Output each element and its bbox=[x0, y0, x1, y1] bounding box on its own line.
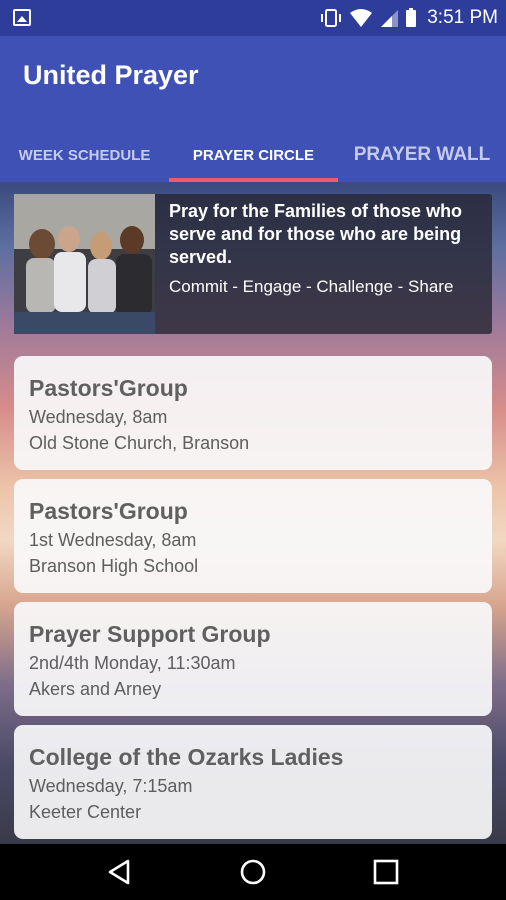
content-area[interactable]: Pray for the Families of those who serve… bbox=[0, 182, 506, 844]
prayer-group-card[interactable]: Pastors'Group Wednesday, 8am Old Stone C… bbox=[14, 356, 492, 470]
home-icon[interactable] bbox=[237, 856, 269, 888]
tab-prayer-circle[interactable]: PRAYER CIRCLE bbox=[169, 128, 338, 182]
prayer-group-card[interactable]: Prayer Support Group 2nd/4th Monday, 11:… bbox=[14, 602, 492, 716]
group-schedule: 2nd/4th Monday, 11:30am bbox=[29, 653, 236, 673]
system-nav-bar bbox=[0, 844, 506, 900]
signal-icon bbox=[381, 10, 399, 27]
tab-bar: WEEK SCHEDULE PRAYER CIRCLE PRAYER WALL bbox=[0, 128, 506, 182]
vibrate-icon bbox=[321, 9, 342, 27]
back-icon[interactable] bbox=[104, 856, 136, 888]
group-name: Prayer Support Group bbox=[29, 621, 271, 647]
tab-week-schedule[interactable]: WEEK SCHEDULE bbox=[0, 128, 169, 182]
group-name: College of the Ozarks Ladies bbox=[29, 744, 344, 770]
status-icons: 3:51 PM bbox=[319, 0, 498, 36]
group-location: Branson High School bbox=[29, 556, 199, 576]
tab-prayer-wall[interactable]: PRAYER WALL bbox=[338, 128, 506, 182]
battery-icon bbox=[406, 8, 417, 27]
group-schedule: Wednesday, 8am bbox=[29, 407, 168, 427]
status-bar: 3:51 PM bbox=[0, 0, 506, 36]
wifi-icon bbox=[350, 9, 373, 27]
app-bar: United Prayer WEEK SCHEDULE PRAYER CIRCL… bbox=[0, 36, 506, 182]
banner-text: Pray for the Families of those who serve… bbox=[169, 200, 481, 297]
group-location: Old Stone Church, Branson bbox=[29, 433, 250, 453]
group-schedule: Wednesday, 7:15am bbox=[29, 776, 193, 796]
group-schedule: 1st Wednesday, 8am bbox=[29, 530, 197, 550]
image-notification-icon bbox=[13, 9, 31, 26]
group-prayer-photo bbox=[14, 194, 155, 334]
prayer-group-card[interactable]: Pastors'Group 1st Wednesday, 8am Branson… bbox=[14, 479, 492, 593]
recents-icon[interactable] bbox=[370, 856, 402, 888]
status-time: 3:51 PM bbox=[427, 7, 498, 28]
prayer-group-card[interactable]: College of the Ozarks Ladies Wednesday, … bbox=[14, 725, 492, 839]
app-title: United Prayer bbox=[23, 60, 199, 90]
prayer-circle-banner: Pray for the Families of those who serve… bbox=[14, 194, 492, 334]
group-name: Pastors'Group bbox=[29, 375, 188, 401]
group-name: Pastors'Group bbox=[29, 498, 188, 524]
group-location: Keeter Center bbox=[29, 802, 142, 822]
group-location: Akers and Arney bbox=[29, 679, 162, 699]
banner-tagline: Commit - Engage - Challenge - Share bbox=[169, 277, 454, 296]
banner-headline: Pray for the Families of those who serve… bbox=[169, 201, 463, 267]
